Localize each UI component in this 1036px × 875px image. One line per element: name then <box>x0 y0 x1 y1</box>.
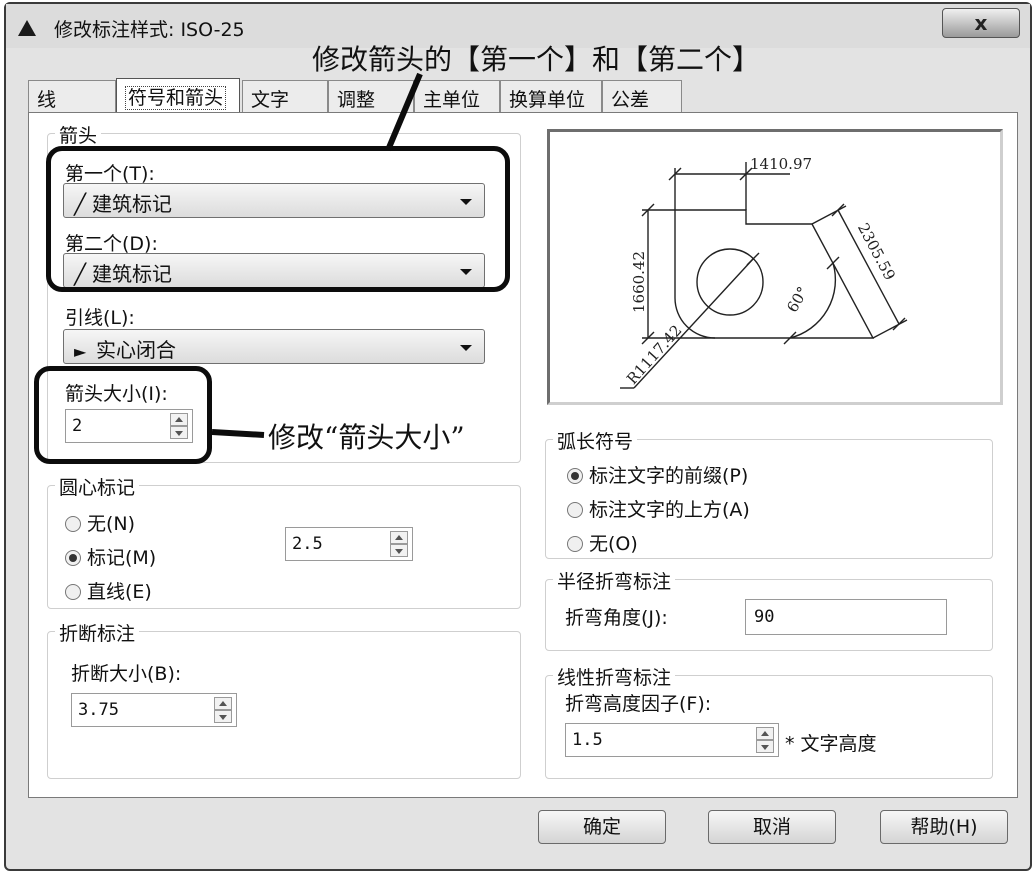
cancel-button[interactable]: 取消 <box>708 810 836 844</box>
ok-button[interactable]: 确定 <box>538 810 666 844</box>
help-button[interactable]: 帮助(H) <box>880 810 1008 844</box>
annotation-size: 修改“箭头大小” <box>268 421 465 454</box>
callout-leaders <box>211 72 423 438</box>
dimension-style-dialog: 修改标注样式: ISO-25 x 修改箭头的【第一个】和【第二个】 线 符号和箭… <box>4 2 1032 871</box>
